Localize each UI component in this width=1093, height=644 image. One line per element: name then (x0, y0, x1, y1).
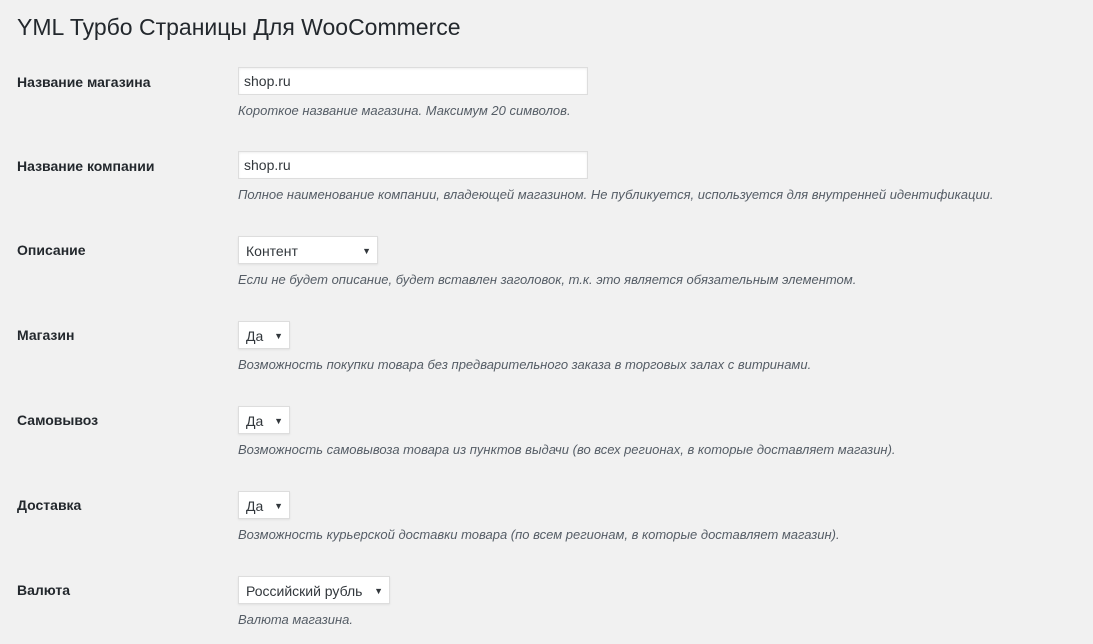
store-select-value: Да (246, 328, 264, 344)
pickup-select[interactable]: Да ▼ (238, 406, 290, 434)
shop-name-input[interactable] (238, 67, 588, 95)
delivery-description: Возможность курьерской доставки товара (… (238, 527, 840, 542)
description-field-description: Если не будет описание, будет вставлен з… (238, 272, 857, 287)
store-label: Магазин (17, 327, 75, 343)
delivery-select[interactable]: Да ▼ (238, 491, 290, 519)
shop-name-description: Короткое название магазина. Максимум 20 … (238, 103, 571, 118)
chevron-down-icon: ▼ (274, 501, 283, 511)
store-select[interactable]: Да ▼ (238, 321, 290, 349)
chevron-down-icon: ▼ (274, 416, 283, 426)
pickup-description: Возможность самовывоза товара из пунктов… (238, 442, 896, 457)
chevron-down-icon: ▼ (362, 246, 371, 256)
currency-label: Валюта (17, 582, 71, 598)
store-description: Возможность покупки товара без предварит… (238, 357, 812, 372)
description-select[interactable]: Контент ▼ (238, 236, 378, 264)
delivery-select-value: Да (246, 498, 264, 514)
description-select-value: Контент (246, 243, 298, 259)
delivery-label: Доставка (17, 497, 82, 513)
settings-page: YML Турбо Страницы Для WooCommerce Назва… (0, 0, 1093, 644)
company-name-description: Полное наименование компании, владеющей … (238, 187, 994, 202)
currency-description: Валюта магазина. (238, 612, 354, 627)
shop-name-label: Название магазина (17, 74, 151, 90)
pickup-label: Самовывоз (17, 412, 99, 428)
currency-select-value: Российский рубль (246, 583, 363, 599)
company-name-input[interactable] (238, 151, 588, 179)
chevron-down-icon: ▼ (274, 331, 283, 341)
company-name-label: Название компании (17, 158, 155, 174)
chevron-down-icon: ▼ (374, 586, 383, 596)
currency-select[interactable]: Российский рубль ▼ (238, 576, 390, 604)
description-label: Описание (17, 242, 86, 258)
pickup-select-value: Да (246, 413, 264, 429)
page-title: YML Турбо Страницы Для WooCommerce (17, 14, 461, 40)
